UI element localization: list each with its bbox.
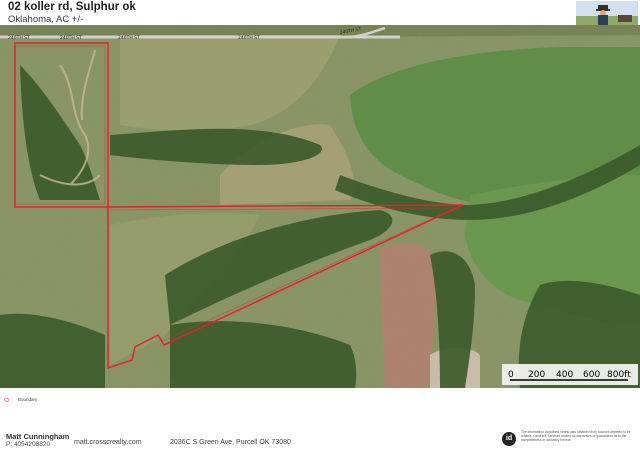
- road-label: 240TH ST: [8, 35, 30, 41]
- scale-tick: 200: [528, 370, 545, 380]
- scale-tick: 600: [583, 370, 600, 380]
- landid-logo: id: [502, 432, 516, 446]
- agent-logo: [576, 1, 638, 26]
- page-subtitle: Oklahoma, AC +/-: [8, 14, 84, 25]
- satellite-map[interactable]: 240TH ST 240TH ST 240TH ST 240TH ST 240T…: [0, 25, 640, 388]
- disclaimer-text: The information contained herein was obt…: [521, 430, 631, 442]
- scale-tick: 800ft: [607, 370, 631, 380]
- scale-tick: 0: [508, 370, 514, 380]
- boundary-icon: [4, 398, 9, 402]
- agent-website-link[interactable]: matt.crosscrealty.com: [74, 439, 142, 446]
- agent-phone: P: 4054208820: [6, 441, 51, 448]
- agent-address: 2036C S Green Ave, Purcell OK 73080: [170, 439, 291, 446]
- agent-name: Matt Cunningham: [6, 432, 70, 441]
- road-label: 240TH ST: [118, 35, 140, 41]
- page-title: 02 koller rd, Sulphur ok: [8, 1, 136, 13]
- road-label: 240TH ST: [238, 35, 260, 41]
- scale-bar: 0 200 400 600 800ft: [502, 364, 638, 385]
- legend-boundary-label: Boundary: [18, 397, 38, 402]
- scale-tick: 400: [556, 370, 573, 380]
- road-label: 240TH ST: [60, 35, 82, 41]
